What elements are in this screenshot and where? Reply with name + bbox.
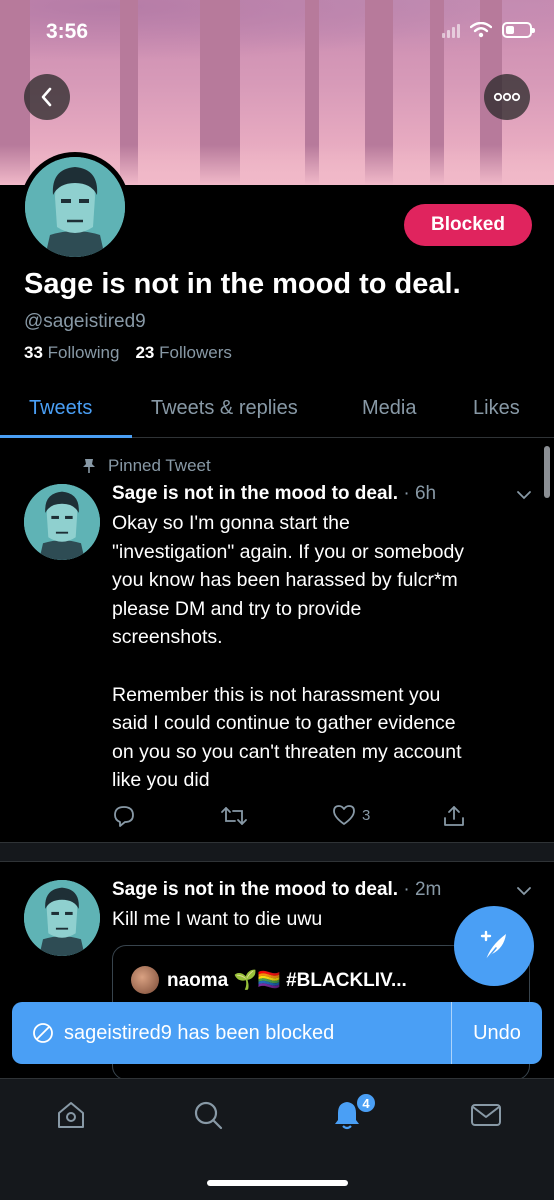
avatar-illustration xyxy=(24,484,100,560)
tweet-line: said I could continue to gather evidence xyxy=(112,712,456,735)
reply-icon xyxy=(114,806,134,827)
tweet-line: screenshots. xyxy=(112,626,223,649)
tweet-line: Okay so I'm gonna start the xyxy=(112,512,350,534)
retweet-icon xyxy=(221,807,247,825)
tweet-line: you know has been harassed by fulcr*m xyxy=(112,569,458,592)
followers-stat[interactable]: 23 Followers xyxy=(135,343,231,363)
profile-handle: @sageistired9 xyxy=(24,311,146,332)
undo-button[interactable]: Undo xyxy=(452,1022,542,1045)
messages-icon[interactable] xyxy=(470,1099,502,1131)
like-button[interactable]: 3 xyxy=(332,804,370,826)
blocked-toast: sageistired9 has been blocked Undo xyxy=(12,1002,542,1064)
reply-button[interactable] xyxy=(112,804,136,828)
pinned-label: Pinned Tweet xyxy=(82,456,211,476)
home-indicator[interactable] xyxy=(207,1180,348,1186)
tweet-line: on you so you can't threaten my account xyxy=(112,740,462,763)
compose-tweet-button[interactable] xyxy=(454,906,534,986)
block-icon xyxy=(33,1023,53,1043)
notification-badge: 4 xyxy=(355,1092,377,1114)
pinned-text: Pinned Tweet xyxy=(108,456,211,475)
share-icon xyxy=(444,806,464,826)
following-stat[interactable]: 33 Following xyxy=(24,343,119,363)
retweet-button[interactable] xyxy=(220,804,248,828)
tweet-line: Remember this is not harassment you xyxy=(112,683,441,706)
chevron-down-icon[interactable] xyxy=(516,886,532,896)
tweet-line-spacer xyxy=(112,652,532,681)
search-icon[interactable] xyxy=(192,1099,224,1131)
tweet-author[interactable]: Sage is not in the mood to deal. xyxy=(112,879,398,900)
more-icon xyxy=(493,92,521,102)
scrollbar[interactable] xyxy=(544,446,550,498)
profile-avatar[interactable] xyxy=(20,152,130,262)
toast-message: sageistired9 has been blocked xyxy=(12,1022,451,1045)
tweet-time: · 6h xyxy=(403,483,437,504)
tweet-line: please DM and try to provide xyxy=(112,597,362,620)
like-count: 3 xyxy=(362,806,371,824)
compose-feather-icon xyxy=(480,930,506,961)
signal-icon xyxy=(442,22,460,38)
tweet-divider xyxy=(0,842,554,862)
quoted-author: naoma 🌱🏳️‍🌈 #BLACKLIV... xyxy=(167,970,407,991)
chevron-down-icon[interactable] xyxy=(516,490,532,500)
back-button[interactable] xyxy=(24,74,70,120)
more-options-button[interactable] xyxy=(484,74,530,120)
pin-icon xyxy=(83,459,95,473)
blocked-button[interactable]: Blocked xyxy=(404,204,532,246)
tab-tweets[interactable]: Tweets xyxy=(29,397,92,420)
battery-icon xyxy=(502,22,535,38)
tweet-header: Sage is not in the mood to deal. · 2m xyxy=(112,879,441,901)
home-icon[interactable] xyxy=(55,1099,87,1131)
tweet-avatar[interactable] xyxy=(24,880,100,956)
tweet-time: · 2m xyxy=(403,879,442,900)
tab-tweets-replies[interactable]: Tweets & replies xyxy=(151,397,298,420)
tab-media[interactable]: Media xyxy=(362,397,416,420)
heart-icon xyxy=(333,805,355,825)
profile-tabs: Tweets Tweets & replies Media Likes xyxy=(0,380,554,438)
tweet-line: "investigation" again. If you or somebod… xyxy=(112,540,465,563)
quoted-tweet-header: naoma 🌱🏳️‍🌈 #BLACKLIV... xyxy=(131,966,407,994)
quoted-avatar xyxy=(131,966,159,994)
tab-likes[interactable]: Likes xyxy=(473,397,520,420)
wifi-icon xyxy=(470,22,492,38)
profile-stats: 33 Following 23 Followers xyxy=(24,343,232,363)
avatar-illustration xyxy=(24,880,100,956)
status-icons xyxy=(442,22,535,38)
profile-name: Sage is not in the mood to deal. xyxy=(24,268,461,300)
tweet-text: Okay so I'm gonna start the "investigati… xyxy=(112,509,532,795)
avatar-illustration xyxy=(25,157,125,257)
status-time: 3:56 xyxy=(46,20,89,43)
chevron-left-icon xyxy=(41,87,52,107)
tweet-header: Sage is not in the mood to deal. · 6h xyxy=(112,483,436,505)
tweet-line: like you did xyxy=(112,769,210,792)
tweet-actions: 3 xyxy=(112,804,532,832)
active-tab-indicator xyxy=(0,435,132,438)
tweet-author[interactable]: Sage is not in the mood to deal. xyxy=(112,483,398,504)
toast-text: sageistired9 has been blocked xyxy=(64,1021,335,1044)
tweet-avatar[interactable] xyxy=(24,484,100,560)
avatar-image xyxy=(25,157,125,257)
share-button[interactable] xyxy=(442,804,466,828)
